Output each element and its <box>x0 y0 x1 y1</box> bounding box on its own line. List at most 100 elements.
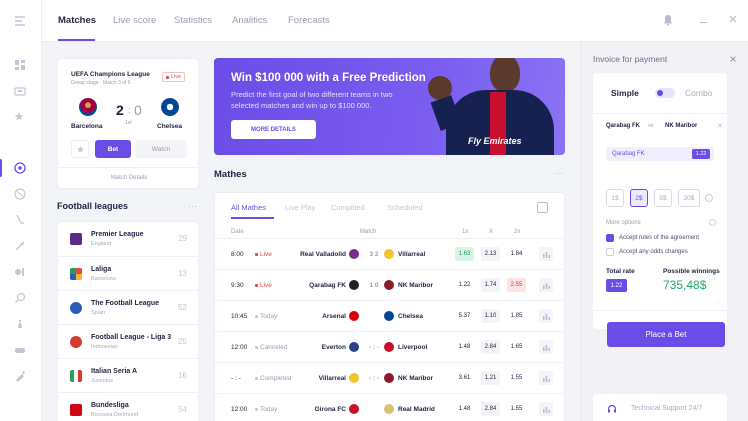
stats-bar-icon[interactable] <box>539 371 553 385</box>
nav-live-score[interactable]: Live score <box>113 15 156 26</box>
odd-x[interactable]: 2.13 <box>481 247 500 261</box>
league-item[interactable]: Premier League England 29 <box>58 222 198 256</box>
home-team: Qarabag FK <box>309 282 346 289</box>
tab-all-mathes[interactable]: All Mathes <box>231 203 266 212</box>
away-crest-icon <box>384 280 394 290</box>
league-item[interactable]: Laliga Barcelona 13 <box>58 256 198 290</box>
league-country: Borussia Dortmund <box>91 412 139 418</box>
nav-statistics[interactable]: Statistics <box>174 15 212 26</box>
leagues-more-icon[interactable]: ··· <box>188 201 197 211</box>
odd-2x[interactable]: 1.65 <box>507 340 526 354</box>
match-details-link[interactable]: Match Details <box>58 175 200 181</box>
odd-x[interactable]: 1.74 <box>481 278 500 292</box>
football-icon[interactable] <box>13 161 27 175</box>
stats-bar-icon[interactable] <box>539 278 553 292</box>
league-item[interactable]: Bundesliga Borussia Dortmund 54 <box>58 392 198 421</box>
odd-1x[interactable]: 1.22 <box>455 278 474 292</box>
stats-bar-icon[interactable] <box>539 247 553 261</box>
bet-button[interactable]: Bet <box>95 140 131 158</box>
matches-more-icon[interactable]: ··· <box>554 168 563 178</box>
tab-scheduled[interactable]: Scheduled <box>387 203 422 212</box>
home-crest-icon <box>349 280 359 290</box>
hockey-icon[interactable] <box>13 213 27 227</box>
close-icon[interactable] <box>728 14 738 26</box>
table-row[interactable]: 12:00 Today Girona FC Real Madrid 1.48 2.84 1.… <box>215 393 564 421</box>
nav-analitics[interactable]: Analitics <box>232 15 267 26</box>
agree-rules-checkbox[interactable] <box>606 234 614 242</box>
stats-bar-icon[interactable] <box>539 340 553 354</box>
mode-combo[interactable]: Combo <box>685 88 712 98</box>
match-minute: 1st <box>125 120 132 126</box>
odd-1x[interactable]: 1.63 <box>455 247 474 261</box>
nav-active-underline <box>58 39 95 41</box>
away-team: NK Maribor <box>398 375 434 382</box>
odd-x[interactable]: 2.84 <box>481 340 500 354</box>
matches-title: Mathes <box>214 169 247 180</box>
odd-1x[interactable]: 1.48 <box>455 340 474 354</box>
options-info-icon[interactable] <box>709 219 716 226</box>
stake-20[interactable]: 20$ <box>678 189 700 207</box>
nav-matches[interactable]: Matches <box>58 15 96 26</box>
league-name: Laliga <box>91 266 112 273</box>
odd-2x[interactable]: 1.55 <box>507 371 526 385</box>
calendar-icon[interactable] <box>537 202 548 213</box>
cricket-icon[interactable] <box>13 369 27 383</box>
wallet-icon[interactable] <box>13 84 27 98</box>
chess-icon[interactable] <box>13 317 27 331</box>
stake-info-icon[interactable] <box>705 194 713 202</box>
away-team: NK Maribor <box>398 282 434 289</box>
panel-close-icon[interactable] <box>729 55 737 65</box>
odd-1x[interactable]: 1.48 <box>455 402 474 416</box>
odd-x[interactable]: 1.21 <box>481 371 500 385</box>
stats-bar-icon[interactable] <box>539 402 553 416</box>
odd-x[interactable]: 2.84 <box>481 402 500 416</box>
table-row[interactable]: 9:30 Live Qarabag FK 1 0 NK Maribor 1.22 1.74 2… <box>215 269 564 300</box>
tennis-icon[interactable] <box>13 291 27 305</box>
tab-live-play[interactable]: Live Play <box>285 203 315 212</box>
table-row[interactable]: 8:00 Live Real Valladolid 3 2 Villarreal 1.63… <box>215 238 564 269</box>
odd-2x[interactable]: 2.55 <box>507 278 526 292</box>
odd-2x[interactable]: 1.85 <box>507 309 526 323</box>
status-dot-icon <box>255 314 258 318</box>
tab-complited[interactable]: Complited <box>331 203 365 212</box>
league-name: Football League - Liga 3 <box>91 334 172 341</box>
odd-2x[interactable]: 1.55 <box>507 402 526 416</box>
more-options[interactable]: More options <box>606 220 641 226</box>
league-item[interactable]: The Football League Spain 52 <box>58 290 198 324</box>
stats-bar-icon[interactable] <box>539 309 553 323</box>
gamepad-icon[interactable] <box>13 343 27 357</box>
table-row[interactable]: - : - Completed Villarreal - : - NK Maribor 3… <box>215 362 564 393</box>
table-row[interactable]: 10:45 Today Arsenal Chelsea 5.37 1.10 1.85 <box>215 300 564 331</box>
table-row[interactable]: 12:00 Canceled Everton - : - Liverpool 1.48 2.… <box>215 331 564 362</box>
watch-button[interactable]: Watch <box>135 140 187 158</box>
stake-1[interactable]: 1$ <box>606 189 624 207</box>
accept-odds-checkbox[interactable] <box>606 248 614 256</box>
menu-icon[interactable] <box>13 14 27 28</box>
stake-2[interactable]: 2$ <box>630 189 648 207</box>
odd-2x[interactable]: 1.84 <box>507 247 526 261</box>
place-bet-button[interactable]: Place a Bet <box>607 322 725 347</box>
odd-1x[interactable]: 3.61 <box>455 371 474 385</box>
nav-forecasts[interactable]: Forecasts <box>288 15 330 26</box>
score-separator: : <box>128 105 131 115</box>
odd-x[interactable]: 1.10 <box>481 309 500 323</box>
home-crest-icon <box>349 404 359 414</box>
dashboard-icon[interactable] <box>13 58 27 72</box>
mode-toggle[interactable] <box>655 88 675 98</box>
bell-icon[interactable] <box>663 14 673 28</box>
odd-1x[interactable]: 5.37 <box>455 309 474 323</box>
minimize-icon[interactable] <box>700 22 707 23</box>
support-widget[interactable]: Technical Support 24/7 <box>593 394 727 421</box>
bowling-icon[interactable] <box>13 265 27 279</box>
mode-simple[interactable]: Simple <box>611 88 639 98</box>
badminton-icon[interactable] <box>13 239 27 253</box>
league-item[interactable]: Italian Seria A Juventus 16 <box>58 358 198 392</box>
player-head-icon <box>490 58 520 92</box>
league-item[interactable]: Football League - Liga 3 Indonesian 25 <box>58 324 198 358</box>
more-details-button[interactable]: MORE DETAILS <box>231 120 316 139</box>
stars-icon[interactable] <box>13 110 27 124</box>
basketball-icon[interactable] <box>13 187 27 201</box>
favorite-button[interactable] <box>71 140 89 158</box>
remove-pick-icon[interactable]: ✕ <box>717 122 723 130</box>
stake-5[interactable]: 5$ <box>654 189 672 207</box>
